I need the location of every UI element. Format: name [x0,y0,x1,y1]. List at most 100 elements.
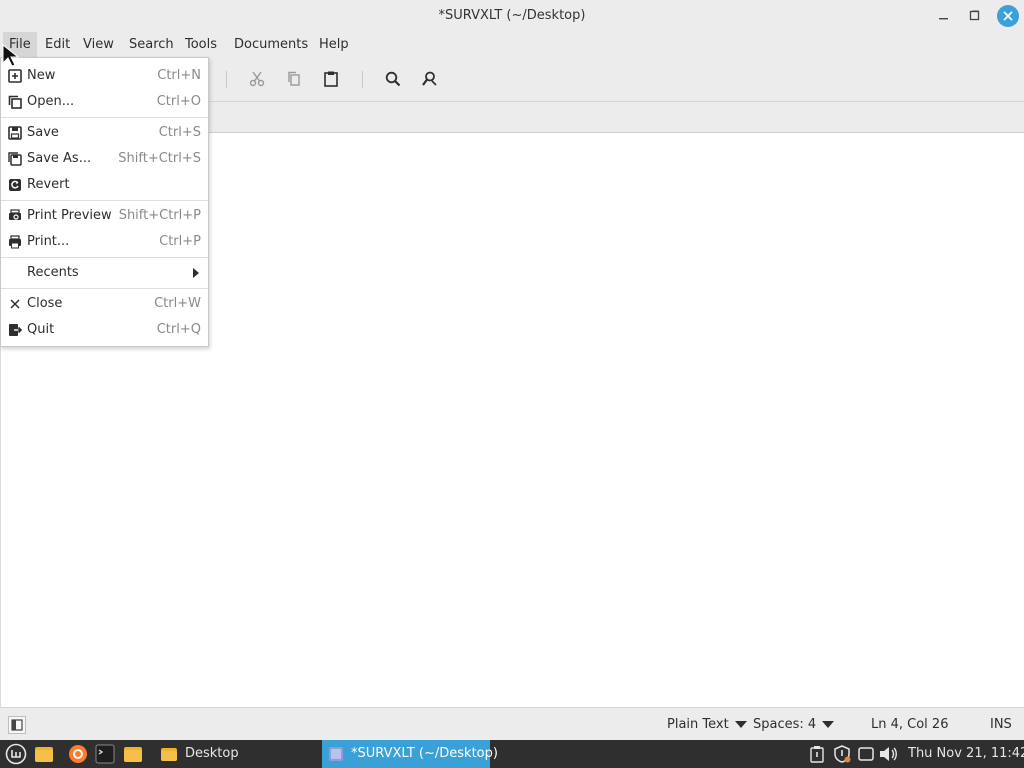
menu-item-new[interactable]: New Ctrl+N [1,63,208,89]
menu-item-save[interactable]: Save Ctrl+S [1,120,208,146]
menu-item-label: Save As... [27,151,92,166]
terminal-icon [95,744,115,764]
save-icon [7,125,23,141]
copy-button[interactable] [283,68,305,90]
text-editor-icon [329,747,343,761]
minimize-button[interactable] [934,6,954,26]
menu-item-label: Quit [27,322,55,337]
menu-item-shortcut: Ctrl+W [154,296,201,311]
menu-documents[interactable]: Documents [228,32,314,57]
indent-selector[interactable]: Spaces: 4 [753,708,835,741]
search-icon [385,71,401,87]
volume-icon [880,747,897,761]
taskbar: Desktop *SURVXLT (~/Desktop) Thu Nov 21,… [0,740,1024,768]
clock[interactable]: Thu Nov 21, 11:42 [908,740,1024,768]
menu-help[interactable]: Help [313,32,355,57]
menu-item-label: Open... [27,94,75,109]
search-button[interactable] [382,68,404,90]
close-icon [1003,11,1013,21]
menu-view[interactable]: View [77,32,120,57]
cut-icon [249,71,265,87]
taskbar-active-label: *SURVXLT (~/Desktop) [351,746,498,761]
revert-icon [7,177,23,193]
find-replace-icon [422,71,437,86]
save-as-icon [7,151,23,167]
close-icon [7,296,23,312]
language-selector[interactable]: Plain Text [667,708,747,741]
language-label: Plain Text [667,717,729,732]
menu-item-recents[interactable]: Recents [1,260,208,286]
status-bar: Plain Text Spaces: 4 Ln 4, Col 26 INS [0,707,1024,740]
menu-item-close[interactable]: Close Ctrl+W [1,291,208,317]
menu-bar: File Edit View Search Tools Documents He… [0,32,1024,57]
volume-tray[interactable] [878,743,900,765]
cut-button[interactable] [246,68,268,90]
menu-tools[interactable]: Tools [179,32,223,57]
quit-icon [7,322,23,338]
clipboard-tray[interactable] [808,743,826,765]
menu-item-label: Recents [27,265,79,280]
close-window-button[interactable] [997,5,1019,27]
menu-item-shortcut: Ctrl+N [157,68,201,83]
menu-item-label: Print Preview [27,208,112,223]
menu-item-quit[interactable]: Quit Ctrl+Q [1,317,208,343]
menu-item-shortcut: Ctrl+Q [156,322,201,337]
print-preview-icon [7,208,23,224]
menu-item-label: Close [27,296,63,311]
firefox-launcher[interactable] [68,743,88,765]
menu-item-shortcut: Ctrl+O [156,94,201,109]
menu-search[interactable]: Search [123,32,180,57]
update-manager-tray[interactable] [832,743,852,765]
folder-icon [124,747,142,762]
folder-icon [161,748,177,761]
network-icon [858,747,874,761]
chevron-down-icon [734,721,747,728]
menu-item-print-preview[interactable]: Print Preview Shift+Ctrl+P [1,203,208,229]
sidebar-icon [11,719,23,731]
paste-button[interactable] [320,68,342,90]
menu-item-shortcut: Shift+Ctrl+S [118,151,201,166]
open-icon [7,94,23,110]
show-desktop-button[interactable] [34,743,54,765]
toolbar-separator [362,71,363,88]
menu-item-label: New [27,68,56,83]
file-menu-dropdown: New Ctrl+N Open... Ctrl+O Save Ctrl+S Sa… [0,57,209,347]
sidebar-toggle-button[interactable] [8,716,26,734]
title-bar: *SURVXLT (~/Desktop) [0,0,1024,32]
menu-item-print[interactable]: Print... Ctrl+P [1,229,208,255]
menu-item-open[interactable]: Open... Ctrl+O [1,89,208,115]
maximize-button[interactable] [965,6,985,26]
mouse-cursor-icon [2,44,20,67]
menu-separator [1,257,208,258]
menu-item-shortcut: Ctrl+S [158,125,201,140]
files-launcher[interactable] [123,743,143,765]
terminal-launcher[interactable] [95,743,115,765]
find-replace-button[interactable] [419,68,441,90]
menu-item-revert[interactable]: Revert [1,172,208,198]
chevron-down-icon [822,721,835,728]
print-icon [7,234,23,250]
cursor-position: Ln 4, Col 26 [871,717,949,732]
new-document-icon [7,68,23,84]
menu-item-save-as[interactable]: Save As... Shift+Ctrl+S [1,146,208,172]
toolbar-separator [226,71,227,88]
menu-separator [1,200,208,201]
start-menu-button[interactable] [5,743,27,765]
firefox-icon [69,745,87,763]
menu-item-label: Print... [27,234,70,249]
copy-icon [288,71,300,86]
window-title: *SURVXLT (~/Desktop) [438,8,586,23]
taskbar-active-window[interactable]: *SURVXLT (~/Desktop) [322,740,498,768]
insert-mode: INS [990,717,1012,732]
shield-icon [834,745,851,763]
chevron-right-icon [193,268,199,278]
menu-edit[interactable]: Edit [39,32,76,57]
menu-item-shortcut: Ctrl+P [159,234,201,249]
taskbar-desktop-window[interactable] [160,743,178,765]
clipboard-icon [810,746,824,763]
network-tray[interactable] [857,743,875,765]
menu-item-shortcut: Shift+Ctrl+P [118,208,201,223]
menu-item-label: Save [27,125,59,140]
paste-icon [324,71,338,87]
taskbar-desktop-label: Desktop [185,746,239,761]
